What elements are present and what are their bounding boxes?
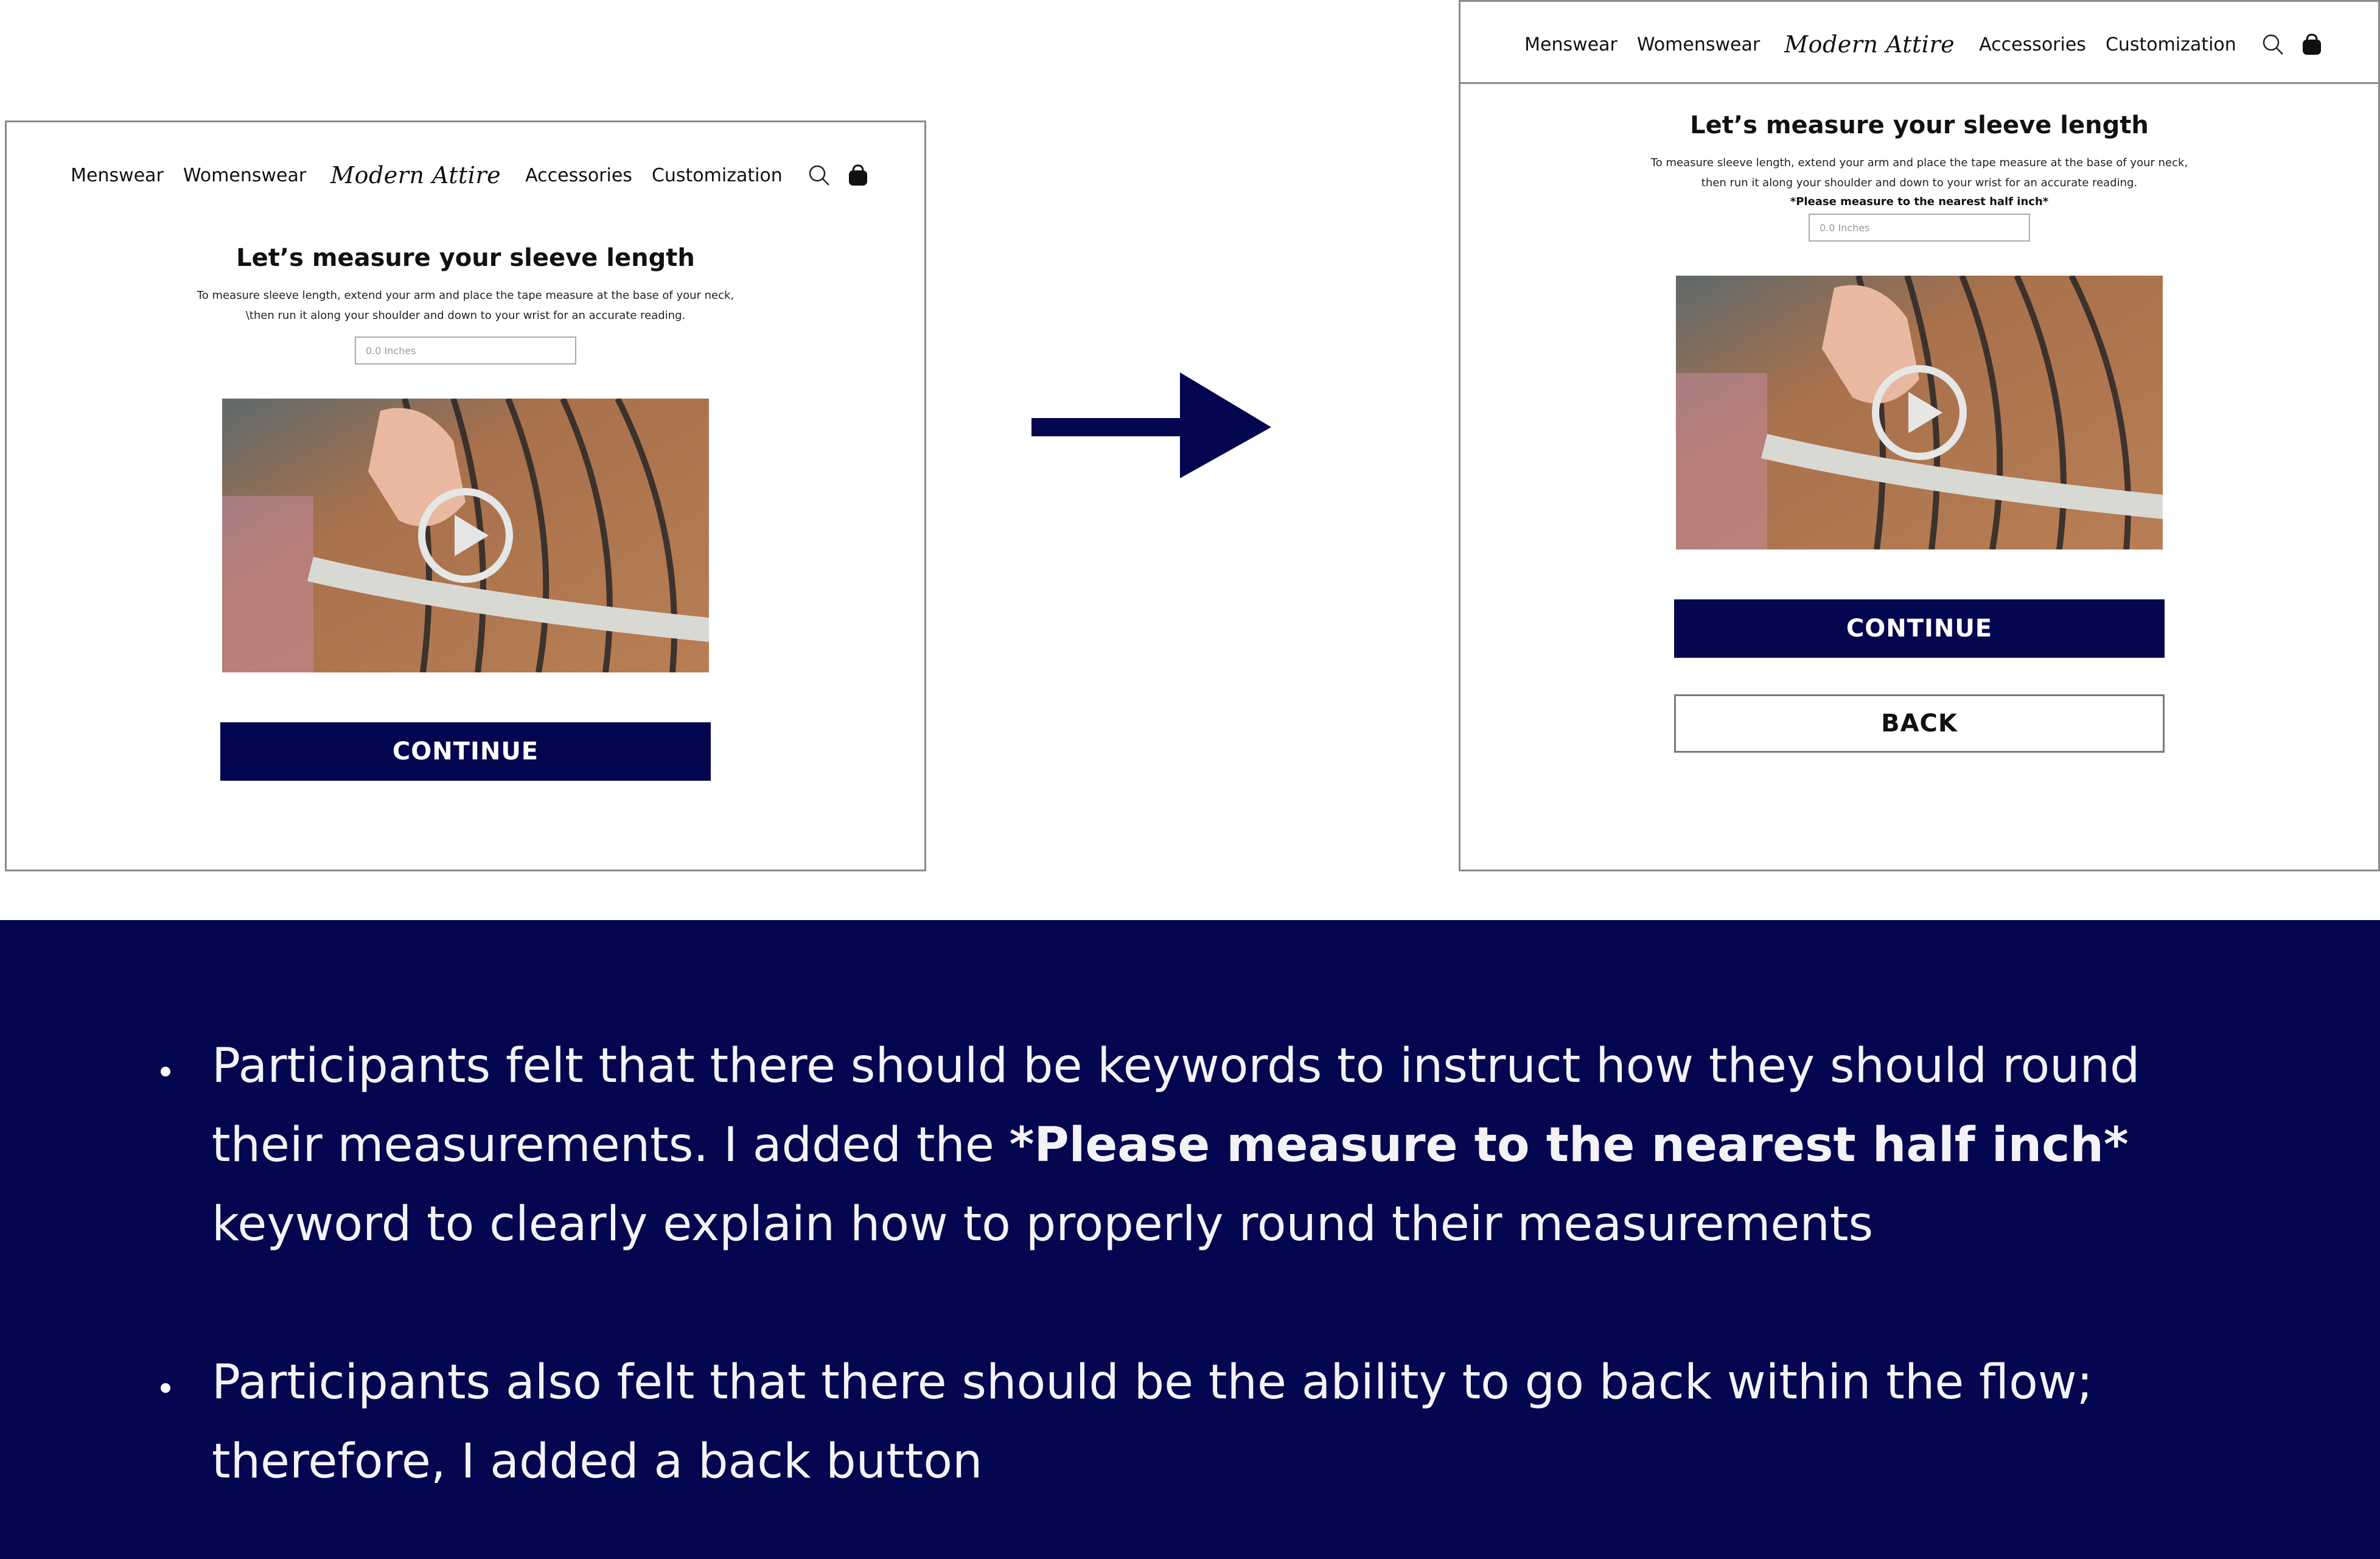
instructions-line-2: then run it along your shoulder and down… <box>1701 176 2138 189</box>
nav-accessories[interactable]: Accessories <box>1979 34 2086 55</box>
feedback-text: Participants felt that there should be k… <box>212 1027 2220 1264</box>
sleeve-length-input[interactable] <box>1809 214 2030 242</box>
search-icon[interactable] <box>2261 32 2285 57</box>
rounding-note: *Please measure to the nearest half inch… <box>1790 195 2049 208</box>
shopping-bag-icon[interactable] <box>846 163 870 187</box>
header-divider <box>1460 82 2378 84</box>
nav-menswear[interactable]: Menswear <box>1524 34 1617 55</box>
nav-customization[interactable]: Customization <box>652 165 783 186</box>
back-button[interactable]: BACK <box>1674 694 2165 753</box>
nav-womenswear[interactable]: Womenswear <box>1637 34 1760 55</box>
instructions-text: To measure sleeve length, extend your ar… <box>1651 153 2188 193</box>
feedback-panel: Participants felt that there should be k… <box>0 920 2380 1559</box>
search-icon[interactable] <box>807 163 831 187</box>
sleeve-length-input[interactable] <box>355 337 576 364</box>
brand-logo[interactable]: Modern Attire <box>330 162 501 189</box>
nav-customization[interactable]: Customization <box>2106 34 2236 55</box>
arrow-right-icon <box>1031 372 1271 478</box>
bullet-marker <box>161 1067 170 1076</box>
after-screen: Menswear Womenswear Modern Attire Access… <box>1459 0 2380 871</box>
instructions-line-1: To measure sleeve length, extend your ar… <box>1650 156 2188 169</box>
nav-menswear[interactable]: Menswear <box>71 165 164 186</box>
before-screen: Menswear Womenswear Modern Attire Access… <box>5 120 926 871</box>
continue-button[interactable]: CONTINUE <box>220 722 711 781</box>
video-player[interactable] <box>222 399 709 672</box>
continue-button[interactable]: CONTINUE <box>1674 599 2165 658</box>
brand-logo[interactable]: Modern Attire <box>1784 31 1955 58</box>
page-title: Let’s measure your sleeve length <box>1690 111 2149 139</box>
shopping-bag-icon[interactable] <box>2300 32 2324 57</box>
instructions-line-2: \then run it along your shoulder and dow… <box>245 309 686 322</box>
feedback-keyword: *Please measure to the nearest half inch… <box>1009 1118 2129 1173</box>
page-title: Let’s measure your sleeve length <box>236 244 695 272</box>
play-icon[interactable] <box>1871 364 1968 461</box>
play-icon[interactable] <box>417 487 514 584</box>
feedback-text: Participants also felt that there should… <box>212 1355 2093 1489</box>
top-nav: Menswear Womenswear Modern Attire Access… <box>7 151 924 200</box>
top-nav: Menswear Womenswear Modern Attire Access… <box>1460 20 2378 69</box>
video-player[interactable] <box>1676 276 2163 549</box>
nav-accessories[interactable]: Accessories <box>525 165 632 186</box>
nav-womenswear[interactable]: Womenswear <box>183 165 306 186</box>
bullet-marker <box>161 1383 170 1393</box>
instructions-text: To measure sleeve length, extend your ar… <box>197 285 734 326</box>
instructions-line-1: To measure sleeve length, extend your ar… <box>197 289 735 302</box>
